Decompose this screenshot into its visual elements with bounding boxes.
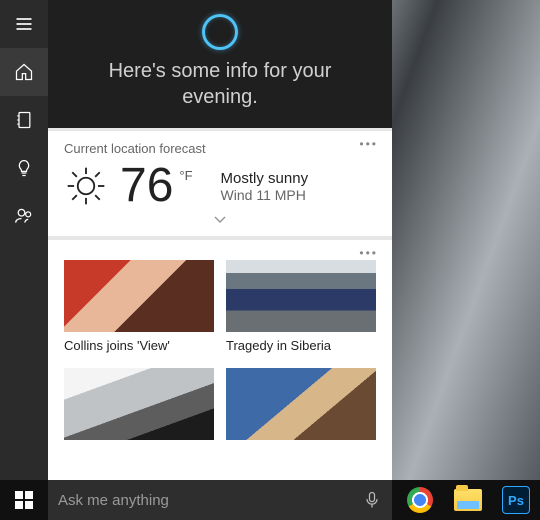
home-icon	[14, 62, 34, 82]
taskbar-chrome[interactable]	[396, 480, 444, 520]
weather-wind: Wind 11 MPH	[221, 187, 309, 203]
weather-unit: °F	[179, 168, 192, 183]
news-thumb	[64, 260, 214, 332]
rail-insights[interactable]	[0, 144, 48, 192]
rail-home[interactable]	[0, 48, 48, 96]
chevron-down-icon	[213, 215, 227, 225]
start-button[interactable]	[0, 480, 48, 520]
news-thumb	[226, 368, 376, 440]
weather-condition: Mostly sunny	[221, 170, 309, 187]
cortana-panel: Here's some info for your evening. ••• C…	[0, 0, 392, 520]
news-item[interactable]	[64, 368, 214, 446]
notebook-icon	[14, 110, 34, 130]
cortana-content: Here's some info for your evening. ••• C…	[48, 0, 392, 520]
cortana-greeting: Here's some info for your evening.	[72, 58, 368, 110]
weather-card[interactable]: ••• Current location forecast 76 °F Most…	[48, 131, 392, 236]
news-thumb	[226, 260, 376, 332]
weather-expand[interactable]	[64, 214, 376, 228]
windows-icon	[15, 491, 33, 509]
cortana-search[interactable]	[48, 480, 392, 520]
taskbar-photoshop[interactable]: Ps	[492, 480, 540, 520]
news-card: ••• Collins joins 'View' Tragedy in Sibe…	[48, 240, 392, 520]
news-title: Collins joins 'View'	[64, 338, 214, 354]
lightbulb-icon	[14, 158, 34, 178]
mic-icon	[362, 490, 382, 510]
cortana-rail	[0, 0, 48, 520]
hamburger-button[interactable]	[0, 0, 48, 48]
weather-location-label: Current location forecast	[64, 141, 376, 156]
taskbar-file-explorer[interactable]	[444, 480, 492, 520]
sun-icon	[64, 164, 108, 208]
cortana-header: Here's some info for your evening.	[48, 0, 392, 128]
chrome-icon	[407, 487, 433, 513]
rail-feedback[interactable]	[0, 192, 48, 240]
search-input[interactable]	[58, 492, 362, 509]
hamburger-icon	[14, 14, 34, 34]
news-thumb	[64, 368, 214, 440]
taskbar: Ps	[0, 480, 540, 520]
news-item[interactable]: Tragedy in Siberia	[226, 260, 376, 354]
news-item[interactable]: Collins joins 'View'	[64, 260, 214, 354]
mic-button[interactable]	[362, 490, 382, 510]
weather-temp: 76	[120, 162, 173, 210]
news-item[interactable]	[226, 368, 376, 446]
weather-more-button[interactable]: •••	[359, 137, 378, 151]
cortana-ring-icon	[202, 14, 238, 50]
feedback-icon	[14, 206, 34, 226]
rail-notebook[interactable]	[0, 96, 48, 144]
file-explorer-icon	[454, 489, 482, 511]
news-title: Tragedy in Siberia	[226, 338, 376, 354]
photoshop-icon: Ps	[502, 486, 530, 514]
news-more-button[interactable]: •••	[359, 246, 378, 260]
